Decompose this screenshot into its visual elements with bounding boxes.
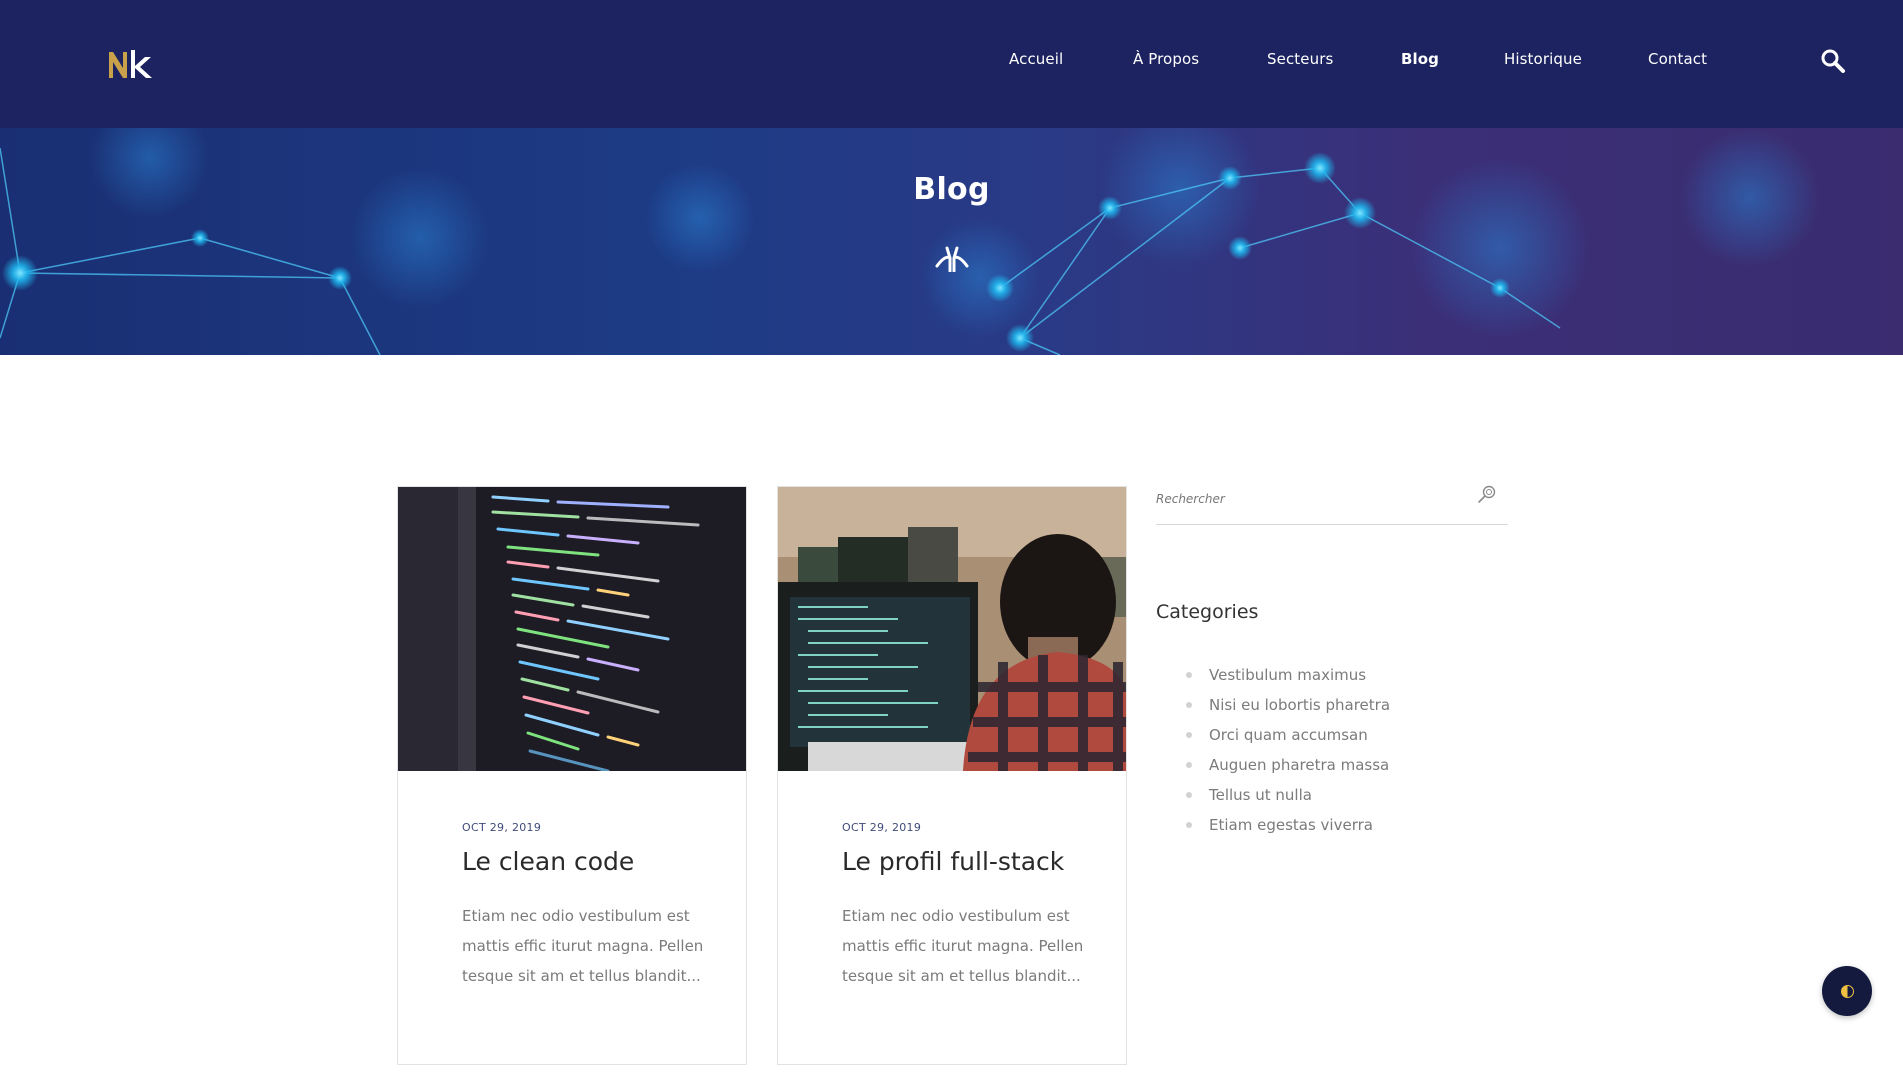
search-icon[interactable]: [1820, 48, 1846, 74]
nav-item-secteurs[interactable]: Secteurs: [1267, 50, 1333, 68]
post-card[interactable]: OCT 29, 2019 Le clean code Etiam nec odi…: [397, 486, 747, 1065]
category-link[interactable]: Vestibulum maximus: [1184, 665, 1390, 695]
post-image-developer[interactable]: [778, 487, 1126, 771]
post-card[interactable]: OCT 29, 2019 Le profil full-stack Etiam …: [777, 486, 1127, 1065]
network-background-image: [0, 128, 1820, 355]
page-title: Blog: [913, 172, 990, 207]
nav-item-historique[interactable]: Historique: [1504, 50, 1582, 68]
post-excerpt: Etiam nec odio vestibulum est mattis eff…: [462, 907, 704, 985]
post-date: OCT 29, 2019: [842, 821, 922, 834]
site-header: Accueil À Propos Secteurs Blog Historiqu…: [0, 0, 1903, 128]
half-moon-icon: [1841, 985, 1854, 998]
nav-item-contact[interactable]: Contact: [1648, 50, 1707, 68]
nav-item-accueil[interactable]: Accueil: [1009, 50, 1063, 68]
sidebar-search: [1156, 476, 1508, 525]
category-link[interactable]: Auguen pharetra massa: [1184, 755, 1390, 785]
post-date: OCT 29, 2019: [462, 821, 542, 834]
post-title[interactable]: Le profil full-stack: [842, 847, 1064, 876]
post-excerpt: Etiam nec odio vestibulum est mattis eff…: [842, 907, 1084, 985]
categories-heading: Categories: [1156, 601, 1259, 623]
brand-mark-icon: [935, 246, 969, 272]
main-nav: Accueil À Propos Secteurs Blog Historiqu…: [0, 50, 1903, 74]
post-title[interactable]: Le clean code: [462, 847, 634, 876]
post-image-code[interactable]: [398, 487, 746, 771]
theme-toggle-button[interactable]: [1822, 966, 1872, 1016]
search-input[interactable]: [1156, 482, 1456, 516]
category-link[interactable]: Orci quam accumsan: [1184, 725, 1390, 755]
page-hero: Blog: [0, 128, 1903, 355]
categories-list: Vestibulum maximus Nisi eu lobortis phar…: [1184, 665, 1390, 845]
nav-item-a-propos[interactable]: À Propos: [1133, 50, 1199, 68]
category-link[interactable]: Nisi eu lobortis pharetra: [1184, 695, 1390, 725]
category-link[interactable]: Etiam egestas viverra: [1184, 815, 1390, 845]
category-link[interactable]: Tellus ut nulla: [1184, 785, 1390, 815]
nav-item-blog[interactable]: Blog: [1401, 50, 1439, 68]
search-icon[interactable]: [1477, 484, 1497, 504]
